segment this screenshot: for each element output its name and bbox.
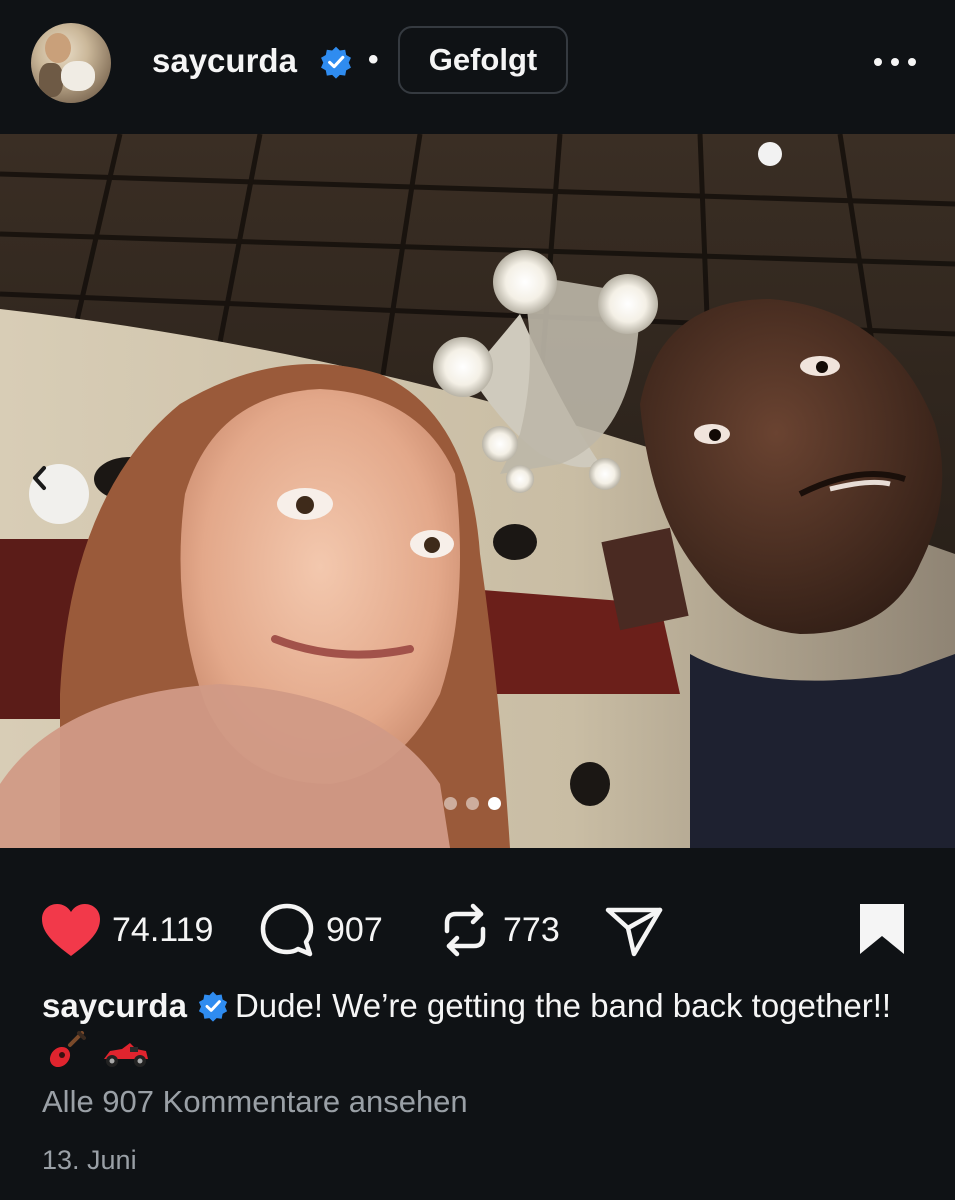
avatar[interactable] — [31, 23, 111, 103]
carousel-dot — [466, 797, 479, 810]
selfie-image — [0, 134, 955, 848]
guitar-emoji-icon — [49, 1031, 86, 1068]
repost-group: 773 — [437, 890, 560, 970]
race-car-emoji-icon — [104, 1043, 148, 1067]
like-count[interactable]: 74.119 — [112, 911, 213, 950]
verified-badge-icon — [321, 46, 351, 79]
post-header: saycurda • Gefolgt — [0, 0, 955, 134]
caption-username[interactable]: saycurda — [42, 987, 187, 1024]
caption: saycurda Dude! We’re getting the band ba… — [42, 982, 922, 1078]
share-icon[interactable] — [604, 902, 664, 958]
comment-count[interactable]: 907 — [326, 911, 383, 950]
separator-dot: • — [368, 43, 379, 76]
like-group: 74.119 — [40, 890, 213, 970]
repost-icon[interactable] — [437, 901, 493, 959]
verified-badge-icon — [198, 991, 228, 1022]
post-photo[interactable] — [0, 134, 955, 848]
more-options-icon[interactable] — [870, 50, 920, 74]
carousel-indicator — [444, 797, 501, 811]
carousel-dot-active — [488, 797, 501, 810]
comment-group: 907 — [258, 890, 383, 970]
caption-text: Dude! We’re getting the band back togeth… — [234, 987, 892, 1024]
share-group — [604, 890, 664, 970]
following-button[interactable]: Gefolgt — [398, 26, 568, 94]
action-bar: 74.119 907 773 — [0, 890, 955, 970]
comment-icon[interactable] — [258, 901, 316, 959]
repost-count[interactable]: 773 — [503, 911, 560, 950]
bookmark-icon[interactable] — [858, 902, 906, 956]
username[interactable]: saycurda — [152, 42, 297, 80]
post-date: 13. Juni — [42, 1145, 137, 1175]
carousel-dot — [444, 797, 457, 810]
heart-icon[interactable] — [40, 902, 102, 958]
previous-slide-button[interactable] — [29, 464, 89, 524]
chevron-left-icon — [33, 466, 46, 490]
view-all-comments-link[interactable]: Alle 907 Kommentare ansehen — [42, 1084, 468, 1120]
